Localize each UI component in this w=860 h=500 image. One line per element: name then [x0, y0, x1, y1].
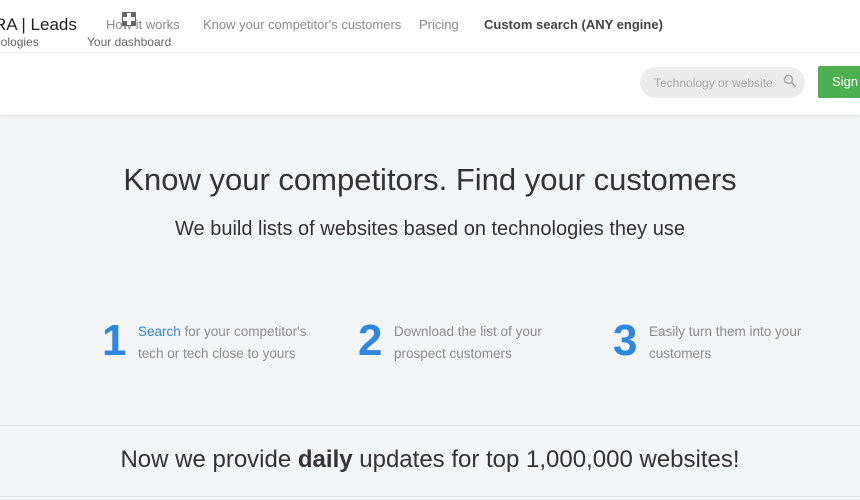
nav-custom-search[interactable]: Custom search (ANY engine) [484, 17, 663, 32]
search-input[interactable] [652, 73, 786, 93]
nav-pricing[interactable]: Pricing [419, 17, 459, 32]
brand-logo[interactable]: RA | Leads [0, 15, 77, 35]
hero-subtitle: We build lists of websites based on tech… [175, 218, 685, 240]
step-1-number: 1 [102, 316, 127, 365]
dashboard-icon [122, 12, 136, 26]
nav-know-competitors[interactable]: Know your competitor's customers [203, 17, 401, 32]
step-3-text: Easily turn them into your customers [649, 324, 802, 361]
updates-banner: Now we provide daily updates for top 1,0… [0, 446, 860, 474]
bottom-divider [0, 496, 860, 497]
subnav-technologies-label: nologies [0, 35, 39, 49]
search-box [640, 67, 805, 98]
search-icon[interactable] [783, 74, 797, 88]
section-divider [0, 425, 860, 426]
nav-how-it-works[interactable]: How it works [106, 17, 180, 32]
search-link[interactable]: Search [138, 324, 181, 339]
sign-in-button[interactable]: Sign [818, 66, 860, 98]
updates-text-bold: daily [297, 446, 353, 473]
step-3-number: 3 [613, 316, 638, 365]
step-2-number: 2 [358, 316, 383, 365]
step-2-text: Download the list of your prospect custo… [394, 324, 542, 361]
hero-title: Know your competitors. Find your custome… [123, 162, 737, 197]
subnav-dashboard-label: Your dashboard [87, 35, 172, 49]
updates-text-before: Now we provide [120, 446, 298, 473]
updates-text-after: updates for top 1,000,000 websites! [352, 446, 740, 473]
technologies-icon [0, 12, 8, 26]
step-1-text: Search for your competitor's tech or tec… [138, 321, 328, 365]
